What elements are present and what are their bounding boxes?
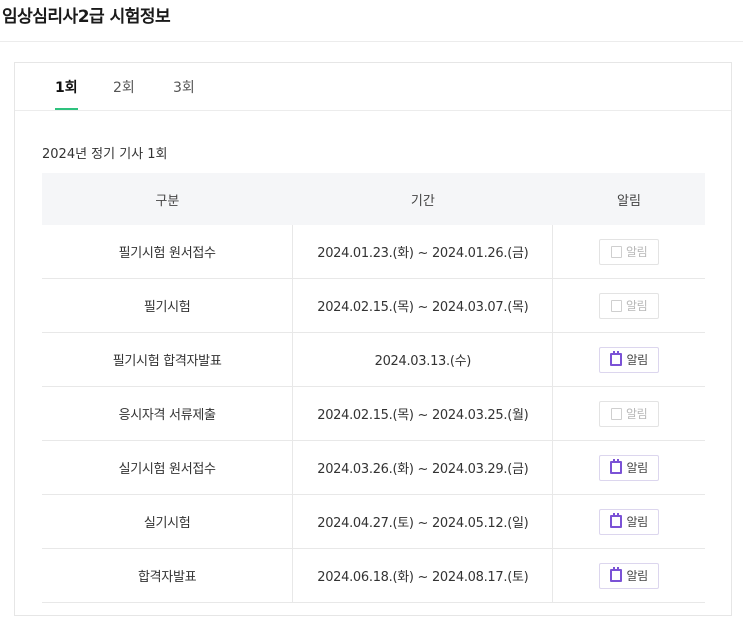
schedule-period: 2024.03.13.(수) (292, 332, 554, 387)
tab-round-2[interactable]: 2회 (113, 77, 135, 108)
header-type: 구분 (42, 173, 293, 225)
alert-button[interactable]: 알림 (599, 238, 660, 265)
tab-round-1[interactable]: 1회 (55, 77, 78, 110)
page-title: 임상심리사2급 시험정보 (2, 7, 171, 27)
alert-cell: 알림 (552, 494, 705, 549)
alert-button[interactable]: 알림 (599, 400, 660, 427)
alert-cell: 알림 (552, 386, 705, 441)
schedule-period: 2024.03.26.(화) ~ 2024.03.29.(금) (292, 440, 554, 495)
table-row: 필기시험 2024.02.15.(목) ~ 2024.03.07.(목) 알림 (42, 278, 705, 333)
alert-cell: 알림 (552, 548, 705, 603)
table-body: 필기시험 원서접수 2024.01.23.(화) ~ 2024.01.26.(금)… (42, 225, 705, 603)
table-row: 필기시험 원서접수 2024.01.23.(화) ~ 2024.01.26.(금)… (42, 225, 705, 279)
alert-label: 알림 (625, 407, 648, 421)
schedule-type: 필기시험 (42, 278, 293, 333)
schedule-period: 2024.04.27.(토) ~ 2024.05.12.(일) (292, 494, 554, 549)
alert-label: 알림 (626, 461, 648, 475)
schedule-type: 필기시험 합격자발표 (42, 332, 293, 387)
schedule-period: 2024.06.18.(화) ~ 2024.08.17.(토) (292, 548, 554, 603)
calendar-icon (610, 459, 623, 474)
table-row: 실기시험 원서접수 2024.03.26.(화) ~ 2024.03.29.(금)… (42, 440, 705, 495)
schedule-type: 실기시험 원서접수 (42, 440, 293, 495)
calendar-icon (610, 299, 622, 312)
section-title: 2024년 정기 기사 1회 (42, 147, 168, 162)
calendar-icon (610, 407, 622, 420)
alert-cell: 알림 (552, 225, 705, 279)
calendar-icon (610, 351, 623, 366)
table-row: 실기시험 2024.04.27.(토) ~ 2024.05.12.(일) 알림 (42, 494, 705, 549)
page-header: 임상심리사2급 시험정보 (0, 0, 743, 42)
alert-label: 알림 (626, 353, 648, 367)
alert-label: 알림 (625, 299, 648, 313)
alert-button[interactable]: 알림 (599, 454, 660, 481)
calendar-icon (610, 567, 623, 582)
table-row: 필기시험 합격자발표 2024.03.13.(수) 알림 (42, 332, 705, 387)
schedule-table: 구분 기간 알림 필기시험 원서접수 2024.01.23.(화) ~ 2024.… (42, 173, 705, 603)
alert-label: 알림 (626, 515, 648, 529)
alert-cell: 알림 (552, 332, 705, 387)
header-period: 기간 (292, 173, 553, 225)
alert-cell: 알림 (552, 440, 705, 495)
alert-button[interactable]: 알림 (599, 292, 660, 319)
schedule-type: 실기시험 (42, 494, 293, 549)
calendar-icon (610, 245, 622, 258)
schedule-period: 2024.02.15.(목) ~ 2024.03.25.(월) (292, 386, 554, 441)
schedule-period: 2024.02.15.(목) ~ 2024.03.07.(목) (292, 278, 554, 333)
alert-button[interactable]: 알림 (599, 508, 660, 535)
alert-button[interactable]: 알림 (599, 346, 660, 373)
calendar-icon (610, 513, 623, 528)
tab-round-3[interactable]: 3회 (173, 77, 195, 108)
exam-info-card: 1회 2회 3회 2024년 정기 기사 1회 구분 기간 알림 필기시험 원서… (14, 62, 732, 616)
table-row: 응시자격 서류제출 2024.02.15.(목) ~ 2024.03.25.(월)… (42, 386, 705, 441)
schedule-type: 필기시험 원서접수 (42, 225, 293, 279)
alert-cell: 알림 (552, 278, 705, 333)
table-row: 합격자발표 2024.06.18.(화) ~ 2024.08.17.(토) 알림 (42, 548, 705, 603)
round-tabs: 1회 2회 3회 (15, 63, 731, 111)
page: 임상심리사2급 시험정보 1회 2회 3회 2024년 정기 기사 1회 구분 … (0, 0, 743, 622)
header-alert: 알림 (552, 173, 705, 225)
schedule-type: 합격자발표 (42, 548, 293, 603)
schedule-type: 응시자격 서류제출 (42, 386, 293, 441)
alert-label: 알림 (626, 569, 648, 583)
alert-button[interactable]: 알림 (599, 562, 660, 589)
schedule-period: 2024.01.23.(화) ~ 2024.01.26.(금) (292, 225, 554, 279)
table-header-row: 구분 기간 알림 (42, 173, 705, 225)
alert-label: 알림 (625, 245, 648, 259)
